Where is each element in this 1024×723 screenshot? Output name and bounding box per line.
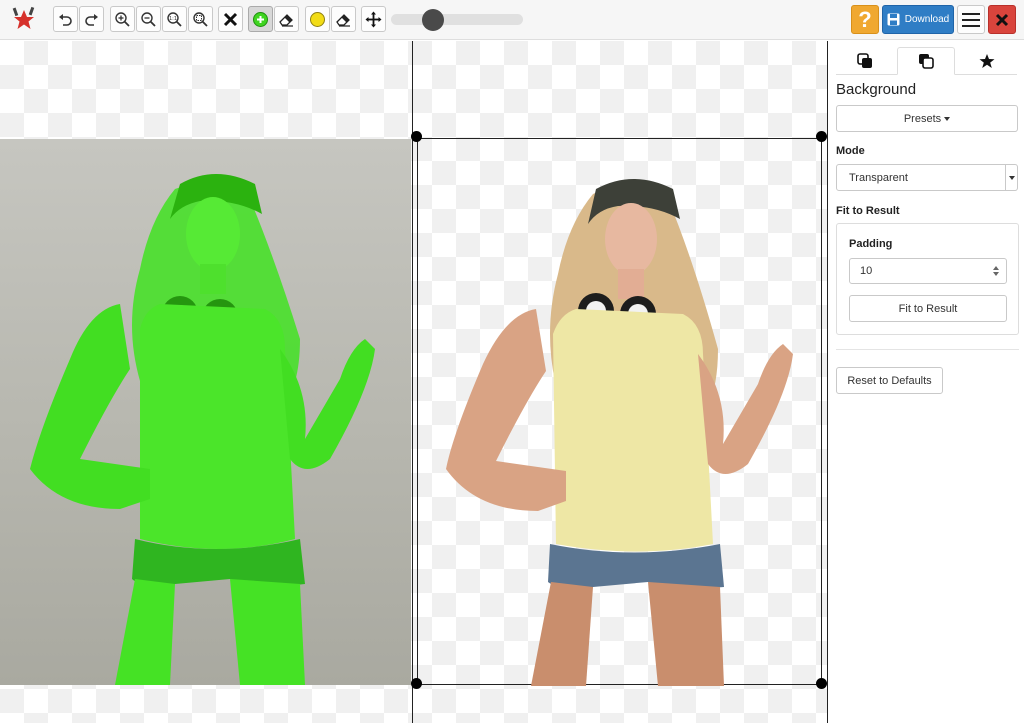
hamburger-menu-icon	[962, 12, 980, 15]
padding-input[interactable]: 10	[849, 258, 1007, 284]
redo-icon	[85, 13, 98, 26]
tab-favorites[interactable]	[958, 47, 1016, 75]
canvas-divider	[412, 41, 413, 723]
mode-label: Mode	[836, 145, 865, 157]
hair-marker-icon	[310, 11, 325, 27]
close-button[interactable]	[988, 5, 1016, 34]
undo-icon	[59, 13, 72, 26]
hair-eraser-icon	[336, 13, 350, 27]
tab-result[interactable]	[897, 47, 955, 75]
brush-size-slider[interactable]	[391, 14, 523, 25]
toolbar: 1:1 ? Download	[0, 0, 1024, 40]
reset-to-defaults-button[interactable]: Reset to Defaults	[836, 367, 943, 394]
spinner-arrows-icon[interactable]	[992, 265, 1000, 277]
crop-handle-bottom-right[interactable]	[816, 678, 827, 689]
zoom-out-button[interactable]	[136, 6, 161, 32]
close-icon	[995, 13, 1009, 26]
foreground-marker-button[interactable]	[248, 6, 273, 32]
redo-button[interactable]	[79, 6, 104, 32]
clear-button[interactable]	[218, 6, 243, 32]
result-image	[446, 179, 793, 686]
crop-handle-top-left[interactable]	[411, 131, 422, 142]
help-label: ?	[858, 6, 872, 32]
zoom-out-icon	[141, 11, 156, 27]
undo-button[interactable]	[53, 6, 78, 32]
hair-eraser-button[interactable]	[331, 6, 356, 32]
mode-value: Transparent	[849, 171, 908, 184]
zoom-fit-button[interactable]	[188, 6, 213, 32]
result-tab-icon	[919, 54, 934, 69]
favorites-star-icon	[979, 54, 995, 68]
section-title: Background	[836, 81, 917, 98]
download-button[interactable]: Download	[882, 5, 954, 34]
divider	[836, 349, 1019, 350]
crop-handle-bottom-left[interactable]	[411, 678, 422, 689]
result-crop-frame[interactable]	[417, 138, 822, 686]
caret-down-icon	[944, 116, 951, 121]
sidebar-panel: Background Presets Mode Transparent Fit …	[827, 41, 1024, 723]
select-arrow-icon	[1005, 165, 1017, 190]
zoom-in-button[interactable]	[110, 6, 135, 32]
save-disk-icon	[887, 13, 900, 26]
fit-to-result-button[interactable]: Fit to Result	[849, 295, 1007, 322]
star-logo-icon[interactable]	[10, 5, 38, 33]
zoom-fit-icon	[193, 11, 208, 27]
padding-value: 10	[860, 265, 873, 277]
zoom-actual-size-button[interactable]: 1:1	[162, 6, 187, 32]
tab-background[interactable]	[836, 47, 894, 75]
menu-button[interactable]	[957, 5, 985, 34]
svg-text:1:1: 1:1	[169, 16, 177, 22]
fit-to-result-panel: Padding 10 Fit to Result	[836, 223, 1019, 335]
foreground-eraser-icon	[279, 13, 293, 27]
background-tab-icon	[857, 53, 872, 68]
pan-icon	[365, 11, 382, 27]
hair-marker-button[interactable]	[305, 6, 330, 32]
foreground-eraser-button[interactable]	[274, 6, 299, 32]
presets-dropdown-button[interactable]: Presets	[836, 105, 1018, 132]
crop-handle-top-right[interactable]	[816, 131, 827, 142]
fit-to-result-label: Fit to Result	[836, 205, 900, 217]
presets-label: Presets	[903, 112, 942, 125]
download-label: Download	[904, 14, 950, 25]
foreground-marker-icon	[253, 11, 268, 27]
mode-select[interactable]: Transparent	[836, 164, 1018, 191]
editor-canvas[interactable]	[0, 41, 827, 723]
original-image-with-mask[interactable]	[0, 139, 411, 685]
zoom-actual-size-icon: 1:1	[167, 11, 182, 27]
clear-icon	[223, 12, 238, 26]
pan-button[interactable]	[361, 6, 386, 32]
zoom-in-icon	[115, 11, 130, 27]
help-button[interactable]: ?	[851, 5, 879, 34]
padding-label: Padding	[849, 238, 893, 250]
sidebar-tabs	[836, 47, 1017, 75]
brush-size-slider-thumb[interactable]	[422, 9, 444, 31]
